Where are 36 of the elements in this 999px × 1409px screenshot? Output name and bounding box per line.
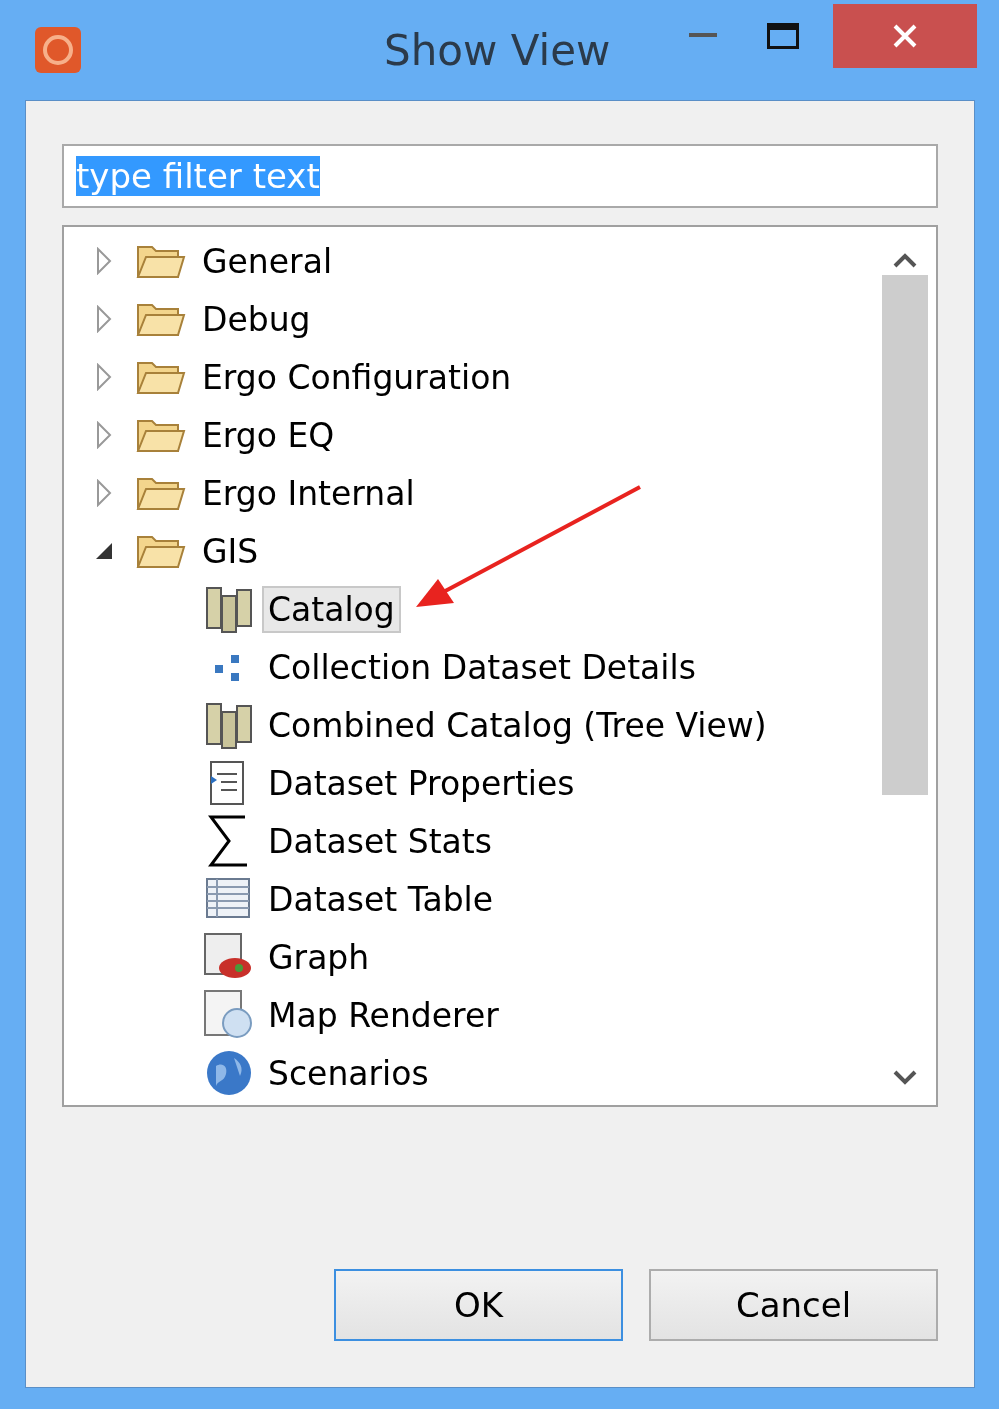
cylinders-icon xyxy=(205,700,253,750)
tree-folder-item[interactable]: Debug xyxy=(196,295,317,343)
table-icon xyxy=(205,877,253,921)
tree-folder-item[interactable]: General xyxy=(196,237,339,285)
tree-view-item[interactable]: Dataset Properties xyxy=(262,759,581,807)
cylinders-icon xyxy=(205,584,253,634)
tree-view-item[interactable]: Catalog xyxy=(262,585,401,633)
window-title: Show View xyxy=(384,26,611,75)
close-icon xyxy=(892,23,918,49)
tree-view-item[interactable]: Graph xyxy=(262,933,376,981)
collapsed-arrow-icon[interactable] xyxy=(94,421,114,449)
dialog-button[interactable]: OK xyxy=(334,1269,623,1341)
tree-folder-item[interactable]: Ergo Configuration xyxy=(196,353,518,401)
tree-view-item[interactable]: Dataset Table xyxy=(262,875,500,923)
tree-view-item[interactable]: Dataset Stats xyxy=(262,817,498,865)
collapsed-arrow-icon[interactable] xyxy=(94,363,114,391)
tree-view-item[interactable]: Map Renderer xyxy=(262,991,505,1039)
collapsed-arrow-icon[interactable] xyxy=(94,305,114,333)
maximize-icon xyxy=(767,23,799,49)
app-logo-icon xyxy=(34,26,82,74)
scrollbar-thumb[interactable] xyxy=(882,275,928,795)
scroll-up-icon[interactable] xyxy=(892,251,918,269)
map-icon xyxy=(203,989,255,1041)
tree-folder-item[interactable]: Ergo Internal xyxy=(196,469,421,517)
minimize-icon xyxy=(689,33,717,39)
collapsed-arrow-icon[interactable] xyxy=(94,479,114,507)
scroll-down-icon[interactable] xyxy=(892,1069,918,1087)
tree-view-item[interactable]: Collection Dataset Details xyxy=(262,643,702,691)
tree-view-item[interactable]: Scenarios xyxy=(262,1049,435,1097)
tree-folder-item[interactable]: GIS xyxy=(196,527,265,575)
dialog-button[interactable]: Cancel xyxy=(649,1269,938,1341)
collapsed-arrow-icon[interactable] xyxy=(94,247,114,275)
globe-icon xyxy=(204,1048,254,1098)
tree-view-item[interactable]: Combined Catalog (Tree View) xyxy=(262,701,773,749)
expanded-arrow-icon[interactable] xyxy=(94,541,114,561)
tree-folder-item[interactable]: Ergo EQ xyxy=(196,411,341,459)
